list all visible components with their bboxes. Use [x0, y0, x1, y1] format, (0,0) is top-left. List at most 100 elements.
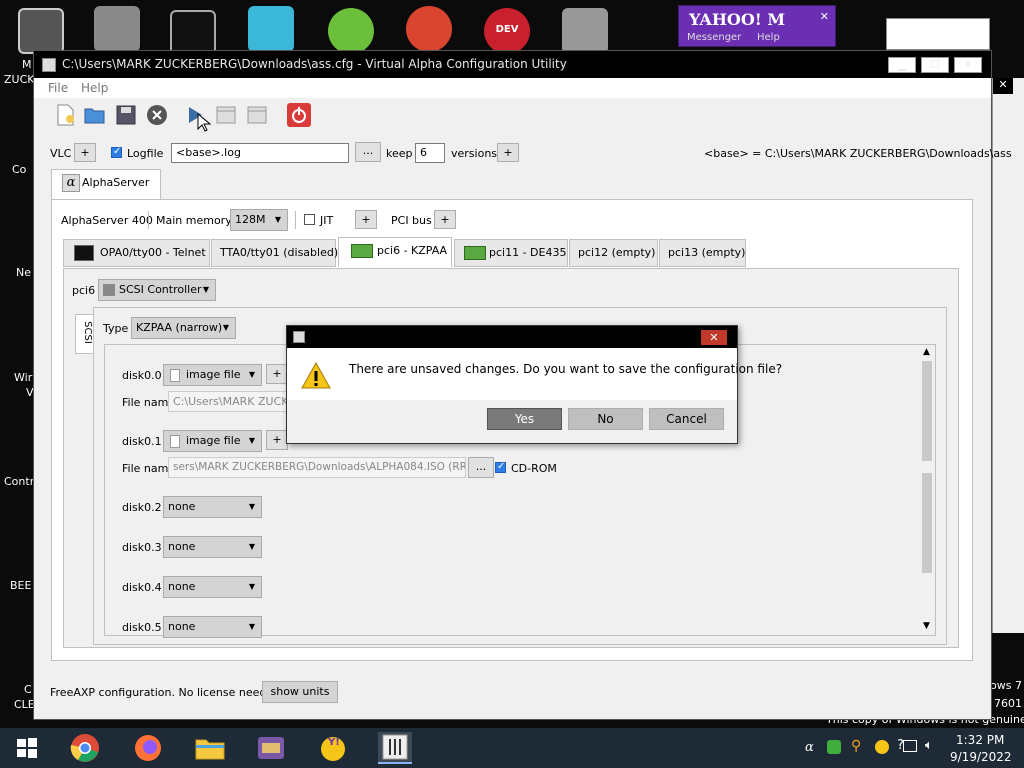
scroll-thumb[interactable]: [922, 361, 932, 461]
desktop-icon-papers[interactable]: [94, 6, 140, 52]
scsi-side-tab[interactable]: SCSI: [75, 314, 94, 354]
tab-pci11-de435[interactable]: pci11 - DE435: [454, 239, 568, 267]
desktop-label: Contr: [4, 475, 35, 488]
pcibus-label: PCI bus: [391, 214, 432, 227]
show-units-button[interactable]: show units: [262, 681, 338, 703]
yahoo-tab-messenger[interactable]: Messenger: [687, 32, 741, 43]
cdrom-checkbox[interactable]: [495, 461, 506, 473]
yahoo-messenger-icon[interactable]: Y!: [316, 732, 350, 764]
scroll-down-icon[interactable]: ▼: [923, 621, 930, 631]
scsi-tab-label: SCSI: [81, 321, 93, 344]
tray-network-icon[interactable]: [903, 740, 917, 752]
clock-date[interactable]: 9/19/2022: [950, 750, 1012, 764]
jit-checkbox[interactable]: [304, 214, 315, 225]
tab-label: pci6 - KZPAA: [377, 244, 448, 257]
logfile-browse-button[interactable]: ...: [355, 142, 381, 162]
jit-add-button[interactable]: +: [355, 210, 377, 229]
cancel-button[interactable]: Cancel: [649, 408, 724, 430]
controller-select[interactable]: SCSI Controller: [98, 279, 216, 301]
tray-alpha-icon[interactable]: α: [805, 740, 814, 755]
scrollbar[interactable]: ▲ ▼: [920, 345, 935, 635]
disk0-4-type-select[interactable]: none: [163, 576, 262, 598]
yahoo-messenger-window[interactable]: YAHOO! M Messenger Help ✕: [678, 5, 836, 47]
desktop-icon-p-app[interactable]: [406, 6, 452, 52]
keep-versions-input[interactable]: 6: [415, 143, 445, 163]
window-titlebar[interactable]: C:\Users\MARK ZUCKERBERG\Downloads\ass.c…: [34, 51, 991, 78]
no-button[interactable]: No: [568, 408, 643, 430]
yes-button[interactable]: Yes: [487, 408, 562, 430]
tray-green-icon[interactable]: [827, 740, 841, 754]
pci-card-icon: [464, 246, 486, 260]
disk0-1-file-input[interactable]: sers\MARK ZUCKERBERG\Downloads\ALPHA084.…: [168, 457, 466, 478]
tab-alphaserver[interactable]: α AlphaServer: [51, 169, 161, 199]
disk0-0-add-button[interactable]: +: [266, 364, 288, 384]
start-windows-icon[interactable]: [10, 732, 44, 764]
tab-pci12-empty[interactable]: pci12 (empty): [569, 239, 658, 267]
desktop-icon-app[interactable]: [248, 6, 294, 52]
disk0-3-type-select[interactable]: none: [163, 536, 262, 558]
tray-search-icon[interactable]: ⚲: [851, 738, 861, 754]
tray-messenger-icon[interactable]: [875, 740, 889, 754]
disk-name: disk0.4: [122, 581, 162, 594]
yahoo-tab-help[interactable]: Help: [757, 32, 780, 43]
disk0-1-browse-button[interactable]: ...: [468, 457, 494, 478]
tab-pci6-kzpaa[interactable]: pci6 - KZPAA: [338, 237, 452, 267]
logfile-label: Logfile: [127, 147, 164, 160]
new-file-icon[interactable]: [53, 103, 77, 127]
logfile-checkbox[interactable]: [111, 146, 122, 158]
clock-time[interactable]: 1:32 PM: [956, 733, 1004, 747]
disk0-0-file-input[interactable]: C:\Users\MARK ZUCKER: [168, 391, 288, 412]
tray-volume-icon[interactable]: 🔈︎: [925, 738, 933, 753]
disk0-5-type-select[interactable]: none: [163, 616, 262, 638]
right-background-window: [886, 18, 990, 50]
server-model: AlphaServer 400: [61, 214, 153, 227]
dialog-titlebar[interactable]: ✕: [287, 326, 737, 348]
firefox-icon[interactable]: [131, 732, 165, 764]
chrome-icon[interactable]: [68, 732, 102, 764]
type-select[interactable]: KZPAA (narrow): [131, 317, 236, 339]
taskbar-app-icon[interactable]: [254, 732, 288, 764]
alpha-config-taskbar-icon[interactable]: [378, 732, 412, 764]
open-folder-icon[interactable]: [83, 103, 107, 127]
disk-name: disk0.1: [122, 435, 162, 448]
window-list-icon[interactable]: [245, 103, 269, 127]
controller-icon: [103, 284, 115, 296]
disk0-1-type-select[interactable]: image file: [163, 430, 262, 452]
file-icon: [170, 369, 180, 382]
menu-help[interactable]: Help: [81, 81, 108, 95]
power-stop-icon[interactable]: [287, 103, 311, 127]
vlc-add-button[interactable]: +: [74, 143, 96, 162]
minimize-button[interactable]: ▁: [888, 57, 916, 73]
disk0-2-type-select[interactable]: none: [163, 496, 262, 518]
window-settings-icon[interactable]: [214, 103, 238, 127]
tab-opa0-telnet[interactable]: OPA0/tty00 - Telnet: [63, 239, 210, 267]
desktop-label: Co: [12, 163, 27, 176]
disk0-0-type-select[interactable]: image file: [163, 364, 262, 386]
tab-tta0-disabled[interactable]: TTA0/tty01 (disabled): [211, 239, 338, 267]
desktop-icon-devcpp[interactable]: DEV C++: [484, 8, 530, 77]
mouse-cursor-icon: [197, 112, 212, 136]
scroll-thumb-lower[interactable]: [922, 473, 932, 573]
disk0-1-add-button[interactable]: +: [266, 430, 288, 450]
pcibus-add-button[interactable]: +: [434, 210, 456, 229]
scroll-up-icon[interactable]: ▲: [923, 347, 930, 357]
app-icon: [42, 58, 56, 72]
desktop-icon-person[interactable]: [18, 8, 64, 54]
separator: [148, 211, 149, 229]
desktop-icon-angry-birds[interactable]: [328, 8, 374, 54]
memory-select[interactable]: 128M: [230, 209, 288, 231]
logfile-input[interactable]: <base>.log: [171, 143, 349, 163]
dialog-close-button[interactable]: ✕: [701, 330, 727, 345]
yahoo-close-icon[interactable]: ✕: [820, 10, 829, 23]
desktop-icon-computer[interactable]: [562, 8, 608, 54]
maximize-button[interactable]: ☐: [921, 57, 949, 73]
file-explorer-icon[interactable]: [193, 732, 227, 764]
menu-file[interactable]: File: [48, 81, 68, 95]
pci6-label: pci6: [72, 284, 96, 297]
close-file-icon[interactable]: [145, 103, 169, 127]
close-button[interactable]: ✕: [954, 57, 982, 73]
tab-pci13-empty[interactable]: pci13 (empty): [659, 239, 746, 267]
versions-add-button[interactable]: +: [497, 143, 519, 162]
save-icon[interactable]: [114, 103, 138, 127]
partial-close-icon[interactable]: ✕: [993, 78, 1013, 94]
